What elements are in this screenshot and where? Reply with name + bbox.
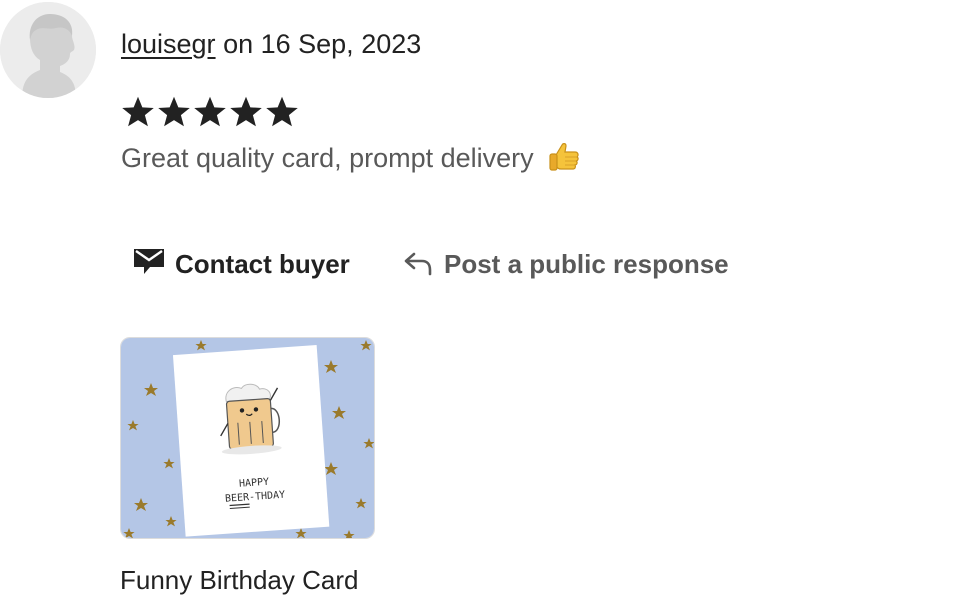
contact-buyer-button[interactable]: Contact buyer [133,244,350,284]
star-icon [194,96,226,127]
card-text-happy: HAPPY [239,477,270,490]
star-rating [120,92,300,136]
review-header: louisegr on 16 Sep, 2023 [121,27,421,61]
contact-buyer-label: Contact buyer [175,248,350,279]
star-icon [266,96,298,127]
review-date: on 16 Sep, 2023 [223,29,422,59]
mail-icon [133,246,165,283]
birthday-card-image: HAPPY BEER-THDAY [121,338,374,538]
reviewer-username-link[interactable]: louisegr [121,29,216,59]
listing-thumbnail[interactable]: HAPPY BEER-THDAY [120,337,375,539]
reviewer-avatar[interactable] [0,2,96,98]
star-icon [122,96,154,127]
post-public-response-button[interactable]: Post a public response [402,244,729,284]
star-icon [158,96,190,127]
review-text: Great quality card, prompt delivery [121,143,534,173]
review-body: Great quality card, prompt delivery [121,139,581,184]
reply-arrow-icon [402,246,434,283]
listing-title-link[interactable]: Funny Birthday Card [120,563,358,597]
thumbs-up-icon [547,140,581,184]
post-public-response-label: Post a public response [444,248,729,279]
star-icon [230,96,262,127]
default-user-icon [0,2,96,98]
